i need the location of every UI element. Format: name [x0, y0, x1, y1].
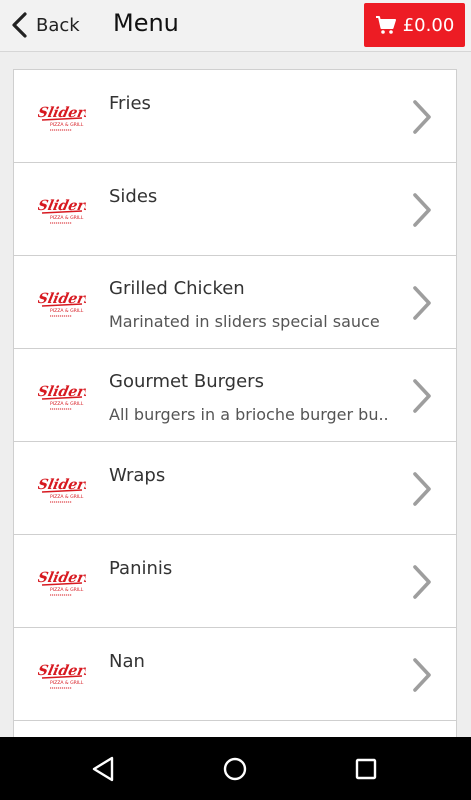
menu-item-title: Grilled Chicken — [109, 278, 245, 299]
menu-item[interactable]: Sliders PIZZA & GRILL Grilled Chicken Marin… — [14, 256, 456, 349]
sliders-logo: SlidersPIZZA & GRILL — [38, 105, 86, 131]
menu-item[interactable]: Sliders PIZZA & GRILL Gourmet Burgers All b… — [14, 349, 456, 442]
square-recents-icon[interactable] — [352, 755, 380, 783]
menu-item[interactable]: Sliders PIZZA & GRILL Fries — [14, 70, 456, 163]
menu-item[interactable]: Sliders PIZZA & GRILL Nan — [14, 628, 456, 721]
menu-list: Sliders PIZZA & GRILL Fries Sliders PIZZA & … — [13, 69, 457, 737]
menu-item-subtitle: Marinated in sliders special sauce — [109, 312, 380, 331]
page-title: Menu — [113, 9, 179, 37]
chevron-right-icon — [413, 100, 431, 134]
circle-home-icon[interactable] — [221, 755, 249, 783]
chevron-right-icon — [413, 193, 431, 227]
chevron-right-icon — [413, 565, 431, 599]
cart-total: £0.00 — [402, 14, 455, 36]
menu-item[interactable] — [14, 721, 456, 737]
chevron-right-icon — [413, 658, 431, 692]
menu-item-title: Gourmet Burgers — [109, 371, 264, 392]
menu-item[interactable]: Sliders PIZZA & GRILL Sides — [14, 163, 456, 256]
cart-button[interactable]: £0.00 — [364, 3, 465, 47]
menu-item-subtitle: All burgers in a brioche burger bu.. — [109, 405, 389, 424]
back-button[interactable]: Back — [10, 8, 80, 42]
triangle-back-icon[interactable] — [90, 755, 118, 783]
logo-tagline: PIZZA & GRILL — [50, 680, 84, 686]
chevron-right-icon — [413, 472, 431, 506]
logo-tagline: PIZZA & GRILL — [50, 401, 84, 407]
system-nav-bar — [0, 737, 471, 800]
sliders-logo: SlidersPIZZA & GRILL — [38, 291, 86, 317]
sliders-logo: SlidersPIZZA & GRILL — [38, 477, 86, 503]
menu-item[interactable]: Sliders PIZZA & GRILL Wraps — [14, 442, 456, 535]
shopping-cart-icon — [375, 16, 396, 34]
sliders-logo: SlidersPIZZA & GRILL — [38, 570, 86, 596]
menu-item-title: Fries — [109, 93, 151, 114]
sliders-logo: SlidersPIZZA & GRILL — [38, 384, 86, 410]
sliders-logo: SlidersPIZZA & GRILL — [38, 198, 86, 224]
menu-item-title: Paninis — [109, 558, 173, 579]
logo-tagline: PIZZA & GRILL — [50, 122, 84, 128]
chevron-right-icon — [413, 379, 431, 413]
menu-item-title: Wraps — [109, 465, 166, 486]
top-bar: Back Menu £0.00 — [0, 0, 471, 52]
sliders-logo: SlidersPIZZA & GRILL — [38, 663, 86, 689]
logo-tagline: PIZZA & GRILL — [50, 308, 84, 314]
menu-item[interactable]: Sliders PIZZA & GRILL Paninis — [14, 535, 456, 628]
chevron-right-icon — [413, 286, 431, 320]
menu-item-title: Sides — [109, 186, 158, 207]
menu-item-title: Nan — [109, 651, 145, 672]
chevron-left-icon — [12, 12, 27, 38]
logo-tagline: PIZZA & GRILL — [50, 215, 84, 221]
back-label: Back — [36, 14, 80, 36]
logo-tagline: PIZZA & GRILL — [50, 587, 84, 593]
logo-tagline: PIZZA & GRILL — [50, 494, 84, 500]
